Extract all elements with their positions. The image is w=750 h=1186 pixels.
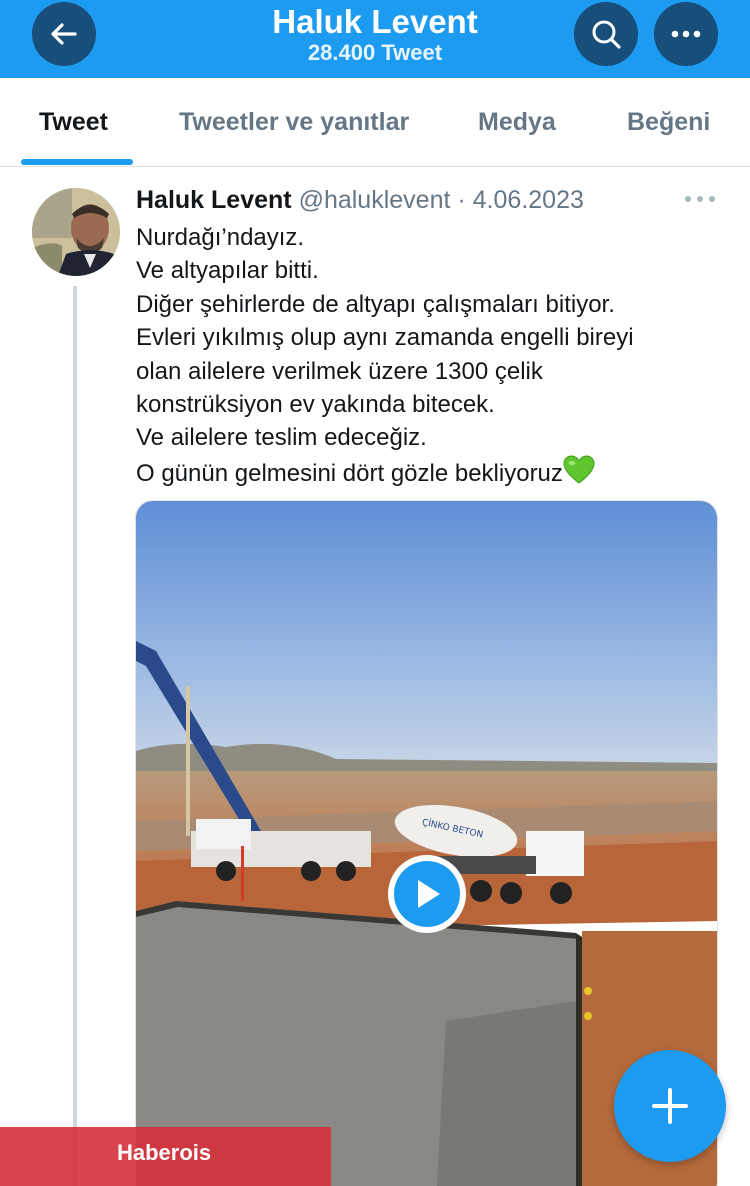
separator-dot: ·	[457, 186, 466, 214]
more-options-button[interactable]	[654, 2, 718, 66]
tweet-line: Ve ailelere teslim edeceğiz.	[136, 424, 427, 452]
tweet-line: olan ailelere verilmek üzere 1300 çelik	[136, 357, 543, 385]
tweet-more-button[interactable]	[685, 196, 715, 206]
avatar-photo	[32, 188, 120, 276]
tab-media[interactable]: Medya	[478, 108, 556, 137]
play-button-inner	[394, 861, 460, 927]
thread-line	[73, 286, 77, 1186]
tweet-line: Evleri yıkılmış olup aynı zamanda engell…	[136, 324, 634, 352]
search-button[interactable]	[574, 2, 638, 66]
author-handle[interactable]: @haluklevent	[299, 186, 451, 214]
tweet-line: Ve altyapılar bitti.	[136, 257, 319, 285]
tweet-line-last: O günün gelmesini dört gözle bekliyoruz	[136, 455, 736, 490]
search-icon	[592, 20, 621, 49]
compose-tweet-button[interactable]	[614, 1050, 726, 1162]
play-icon	[418, 880, 440, 908]
tweet-text: Nurdağı’ndayız. Ve altyapılar bitti. Diğ…	[136, 221, 736, 490]
profile-tabs: Tweet Tweetler ve yanıtlar Medya Beğeni	[0, 78, 750, 167]
top-app-bar: Haluk Levent 28.400 Tweet	[0, 0, 750, 78]
tweet-header: Haluk Levent @haluklevent · 4.06.2023	[136, 185, 584, 215]
tweet-line: konstrüksiyon ev yakında bitecek.	[136, 391, 495, 419]
back-button[interactable]	[32, 2, 96, 66]
play-button[interactable]	[388, 855, 466, 933]
tab-tweets-and-replies[interactable]: Tweetler ve yanıtlar	[179, 108, 409, 137]
tab-tweet[interactable]: Tweet	[39, 108, 108, 137]
more-dot-icon	[697, 196, 703, 202]
tweet-line: Nurdağı’ndayız.	[136, 224, 305, 251]
green-heart-icon	[563, 455, 595, 484]
more-horizontal-icon	[671, 30, 701, 38]
plus-icon	[652, 1088, 688, 1124]
more-dot-icon	[685, 196, 691, 202]
tab-likes[interactable]: Beğeni	[627, 108, 710, 137]
tweet-line-text: O günün gelmesini dört gözle bekliyoruz	[136, 459, 563, 487]
tweet-count: 28.400 Tweet	[307, 40, 443, 65]
tweet-line: Diğer şehirlerde de altyapı çalışmaları …	[136, 290, 615, 318]
avatar[interactable]	[32, 188, 120, 276]
arrow-left-icon	[51, 23, 77, 45]
watermark-banner: Haberois	[0, 1127, 331, 1186]
more-dot-icon	[709, 196, 715, 202]
active-tab-indicator	[21, 159, 133, 165]
profile-name-title: Haluk Levent	[272, 3, 478, 40]
author-name[interactable]: Haluk Levent	[136, 186, 292, 214]
watermark-text: Haberois	[117, 1140, 212, 1165]
tweet-date[interactable]: 4.06.2023	[473, 186, 584, 214]
